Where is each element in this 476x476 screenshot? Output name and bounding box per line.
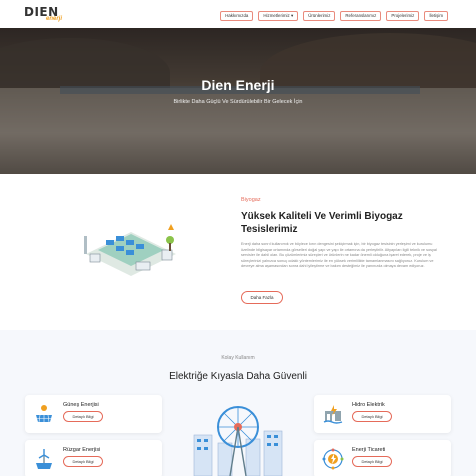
- services-title: Elektriğe Kıyasla Daha Güvenli: [169, 371, 307, 382]
- hydro-plant-icon: [323, 405, 343, 424]
- service-detail-button[interactable]: Detaylı Bilgi: [352, 456, 392, 467]
- main-nav: Hakkımızda Hizmetlerimiz ▾ Ürünlerimiz R…: [220, 11, 448, 21]
- section-description: Enerji daha sonrıl kullanımık ve böylece…: [241, 242, 437, 269]
- services-tag: Kolay Kullanım: [221, 355, 255, 361]
- logo-subtitle: enerji: [46, 16, 63, 22]
- hero-banner: Dien Enerji Birlikte Daha Güçlü Ve Sürdü…: [0, 28, 476, 174]
- solar-panel-icon: [36, 405, 52, 423]
- city-energy-illustration: [193, 406, 283, 476]
- service-detail-button[interactable]: Detaylı Bilgi: [352, 411, 392, 422]
- nav-urunlerimiz[interactable]: Ürünlerimiz: [303, 11, 336, 21]
- service-detail-button[interactable]: Detaylı Bilgi: [63, 456, 103, 467]
- section-tag: Biyogaz: [241, 197, 261, 203]
- service-card-title: Rüzgar Enerjisi: [63, 447, 101, 453]
- nav-hizmetlerimiz-label: Hizmetlerimiz: [263, 13, 290, 18]
- service-card-ruzgar[interactable]: Rüzgar Enerjisi Detaylı Bilgi: [25, 440, 162, 476]
- energy-trade-icon: [322, 448, 344, 470]
- services-section: Kolay Kullanım Elektriğe Kıyasla Daha Gü…: [0, 330, 476, 476]
- service-detail-button[interactable]: Detaylı Bilgi: [63, 411, 103, 422]
- nav-projelerimiz[interactable]: Projelerimiz: [386, 11, 420, 21]
- nav-referanslarimiz[interactable]: Referanslarımız: [340, 11, 382, 21]
- service-card-title: Güneş Enerjisi: [63, 402, 99, 408]
- service-card-title: Enerji Ticareti: [352, 447, 386, 453]
- site-logo[interactable]: DIEN enerji: [24, 6, 64, 26]
- chevron-down-icon: ▾: [290, 13, 294, 18]
- wind-turbine-icon: [36, 449, 52, 469]
- hero-title: Dien Enerji: [201, 77, 275, 93]
- hero-subtitle: Birlikte Daha Güçlü Ve Sürdürülebilir Bi…: [173, 99, 303, 105]
- biogas-plant-illustration: [84, 224, 176, 276]
- service-card-ticaret[interactable]: Enerji Ticareti Detaylı Bilgi: [314, 440, 451, 476]
- more-button[interactable]: Daha Fazla: [241, 291, 283, 304]
- nav-hakkimizda[interactable]: Hakkımızda: [220, 11, 254, 21]
- service-card-hidro[interactable]: Hidro Elektrik Detaylı Bilgi: [314, 395, 451, 433]
- nav-iletisim[interactable]: İletişim: [424, 11, 448, 21]
- service-card-gunes[interactable]: Güneş Enerjisi Detaylı Bilgi: [25, 395, 162, 433]
- nav-hizmetlerimiz[interactable]: Hizmetlerimiz ▾: [258, 11, 299, 21]
- service-card-title: Hidro Elektrik: [352, 402, 385, 408]
- site-header: DIEN enerji Hakkımızda Hizmetlerimiz ▾ Ü…: [0, 0, 476, 28]
- section-title: Yüksek Kaliteli Ve Verimli Biyogaz Tesis…: [241, 211, 403, 235]
